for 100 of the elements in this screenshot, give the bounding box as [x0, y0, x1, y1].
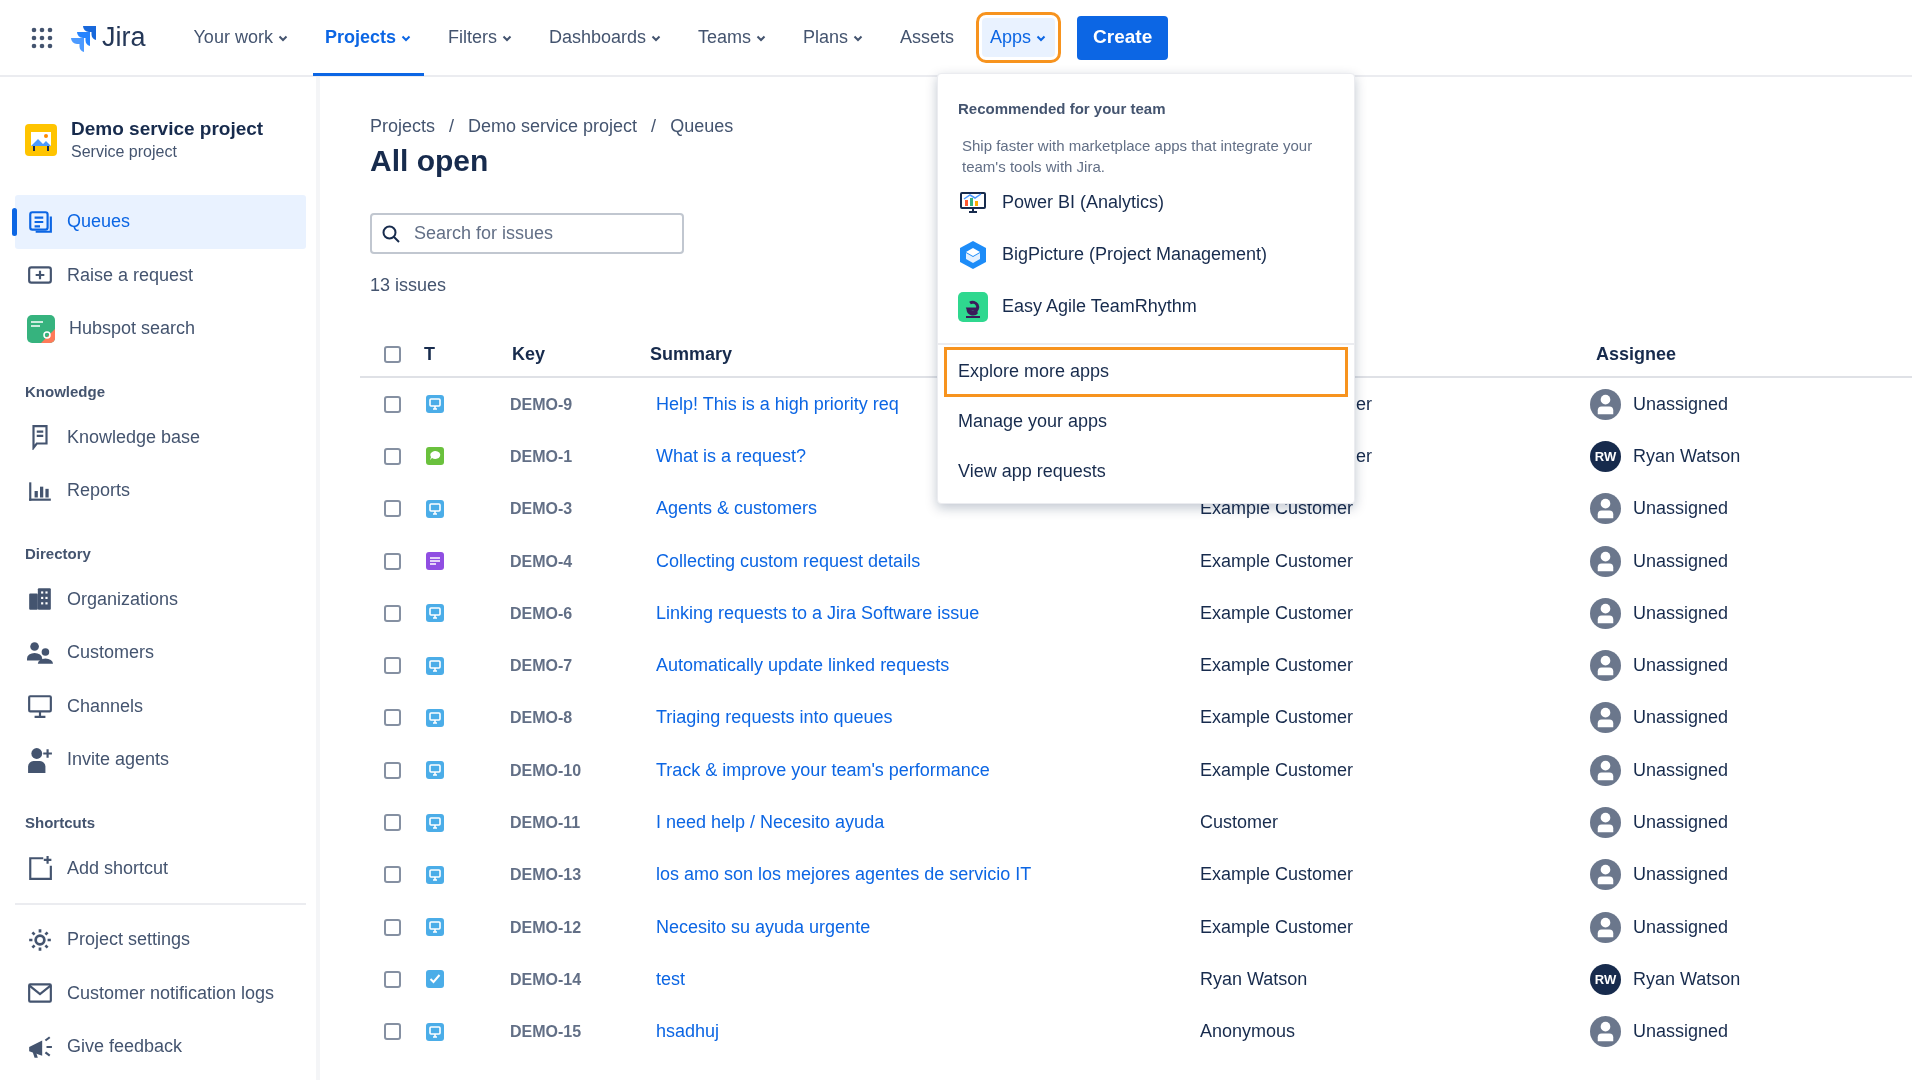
product-name[interactable]: Jira — [102, 17, 146, 58]
issue-key[interactable]: DEMO-3 — [510, 500, 573, 518]
monitor-icon — [27, 693, 53, 720]
sidebar-item[interactable]: Hubspot search — [15, 302, 306, 356]
issue-summary-link[interactable]: Linking requests to a Jira Software issue — [656, 602, 980, 623]
sidebar-item[interactable]: Project settings — [15, 913, 306, 967]
reporter-name: Customer — [1200, 812, 1279, 832]
checkbox[interactable] — [384, 970, 401, 988]
checkbox[interactable] — [384, 657, 401, 675]
sidebar-item[interactable]: Add shortcut — [15, 841, 306, 895]
sidebar-item[interactable]: Knowledge base — [15, 410, 306, 464]
checkbox[interactable] — [384, 395, 401, 413]
app-menu-item[interactable]: Power BI (Analytics) — [938, 176, 1354, 229]
issue-key[interactable]: DEMO-13 — [510, 866, 582, 884]
column-header[interactable]: Key — [512, 343, 546, 364]
service-request-icon — [426, 395, 444, 414]
assignee-name: Unassigned — [1633, 392, 1729, 416]
menu-heading: Recommended for your team — [957, 99, 1167, 119]
nav-menu-tab[interactable]: Apps — [972, 0, 1066, 76]
monitor-chart-icon — [960, 191, 986, 214]
breadcrumb-link[interactable]: Queues — [670, 112, 734, 140]
checkbox[interactable] — [384, 761, 401, 779]
checkbox[interactable] — [384, 552, 401, 570]
reporter-name: Example Customer — [1200, 550, 1354, 571]
sidebar-item[interactable]: Invite agents — [15, 733, 306, 787]
nav-menu-tab[interactable]: Filters — [429, 0, 531, 76]
breadcrumb-link[interactable]: Projects — [370, 112, 436, 140]
checkbox[interactable] — [384, 604, 401, 622]
issue-summary-link[interactable]: Agents & customers — [656, 498, 818, 519]
menu-item[interactable]: Manage your apps — [944, 396, 1348, 447]
nav-menu-tab[interactable]: Dashboards — [530, 0, 680, 76]
sidebar-item[interactable]: Channels — [15, 679, 306, 733]
sidebar-item[interactable]: Queues — [15, 195, 306, 249]
checkbox[interactable] — [384, 500, 401, 518]
default-avatar-icon — [1590, 702, 1621, 734]
checkbox[interactable] — [384, 709, 401, 727]
issue-summary-link[interactable]: Triaging requests into queues — [656, 707, 893, 728]
issue-summary-link[interactable]: hsadhuj — [656, 1021, 720, 1042]
search-field[interactable]: Search for issues — [370, 213, 684, 254]
sidebar-item[interactable]: Raise a request — [15, 248, 306, 302]
issue-key[interactable]: DEMO-9 — [510, 395, 573, 413]
checkbox[interactable] — [384, 866, 401, 884]
menu-item[interactable]: Explore more apps — [944, 346, 1348, 397]
sidebar-item[interactable]: Customers — [15, 626, 306, 680]
sidebar-item[interactable]: Give feedback — [15, 1020, 306, 1074]
issue-key[interactable]: DEMO-1 — [510, 447, 573, 465]
nav-menu-tab[interactable]: Assets — [882, 0, 973, 76]
default-avatar-icon — [1590, 597, 1621, 629]
issue-key[interactable]: DEMO-8 — [510, 709, 573, 727]
app-menu-item[interactable]: Easy Agile TeamRhythm — [938, 280, 1354, 333]
nav-menu-tab[interactable]: Your work — [175, 0, 307, 76]
nav-menu-tab[interactable]: Plans — [785, 0, 883, 76]
reporter-name: Example Customer — [1200, 602, 1354, 623]
sidebar-item[interactable]: Reports — [15, 464, 306, 518]
issue-summary-link[interactable]: Automatically update linked requests — [656, 655, 950, 676]
issue-key[interactable]: DEMO-4 — [510, 552, 573, 570]
column-header[interactable]: Assignee — [1596, 343, 1677, 364]
issue-key[interactable]: DEMO-10 — [510, 761, 582, 779]
issue-key[interactable]: DEMO-15 — [510, 1023, 582, 1041]
checkbox[interactable] — [384, 345, 401, 363]
issue-summary-link[interactable]: los amo son los mejores agentes de servicio IT — [656, 864, 1032, 885]
issue-key[interactable]: DEMO-7 — [510, 657, 573, 675]
issue-key[interactable]: DEMO-14 — [510, 970, 582, 988]
app-grid-icon[interactable] — [30, 25, 54, 50]
issue-summary-link[interactable]: test — [656, 968, 685, 989]
issue-key[interactable]: DEMO-11 — [510, 814, 581, 831]
nav-menu-tab[interactable]: Teams — [680, 0, 785, 76]
issue-summary-link[interactable]: Collecting custom request details — [656, 550, 921, 571]
breadcrumb-link[interactable]: Demo service project — [468, 112, 638, 140]
checkbox[interactable] — [384, 918, 401, 936]
issue-key[interactable]: DEMO-6 — [510, 604, 573, 622]
issue-summary-link[interactable]: Necesito su ayuda urgente — [656, 916, 871, 937]
column-header[interactable]: Summary — [650, 343, 733, 364]
breadcrumb-separator: / — [449, 114, 455, 138]
issue-key[interactable]: DEMO-12 — [510, 918, 582, 936]
assignee-name: Unassigned — [1633, 706, 1729, 730]
column-header[interactable]: T — [424, 343, 435, 364]
sidebar-item[interactable]: Organizations — [15, 572, 306, 626]
checkbox[interactable] — [384, 814, 401, 831]
issue-summary-link[interactable]: Track & improve your team's performance — [656, 759, 990, 780]
issue-summary-link[interactable]: I need help / Necesito ayuda — [656, 812, 885, 832]
issue-summary-link[interactable]: What is a request? — [656, 445, 807, 466]
reporter-name: er — [1356, 445, 1372, 466]
nav-menu-tab[interactable]: Projects — [306, 0, 430, 76]
note-lines-icon — [426, 552, 444, 571]
user-avatar: RW — [1590, 963, 1621, 995]
assignee-name: Unassigned — [1633, 811, 1729, 834]
hubspot-app-icon — [27, 314, 55, 343]
assignee-name: Unassigned — [1633, 863, 1729, 887]
menu-description: Ship faster with marketplace apps that integrate your team's tools with Jira. — [961, 135, 1314, 177]
create-button[interactable]: Create — [1077, 15, 1169, 60]
selected-indicator — [12, 208, 17, 236]
sidebar-item[interactable]: Customer notification logs — [15, 966, 306, 1020]
jira-logo-icon[interactable] — [70, 23, 98, 52]
menu-item[interactable]: View app requests — [944, 446, 1348, 497]
reporter-name: Anonymous — [1200, 1021, 1296, 1042]
checkbox[interactable] — [384, 447, 401, 465]
issue-summary-link[interactable]: Help! This is a high priority req — [656, 393, 899, 414]
app-menu-item[interactable]: BigPicture (Project Management) — [938, 228, 1354, 281]
checkbox[interactable] — [384, 1023, 401, 1041]
